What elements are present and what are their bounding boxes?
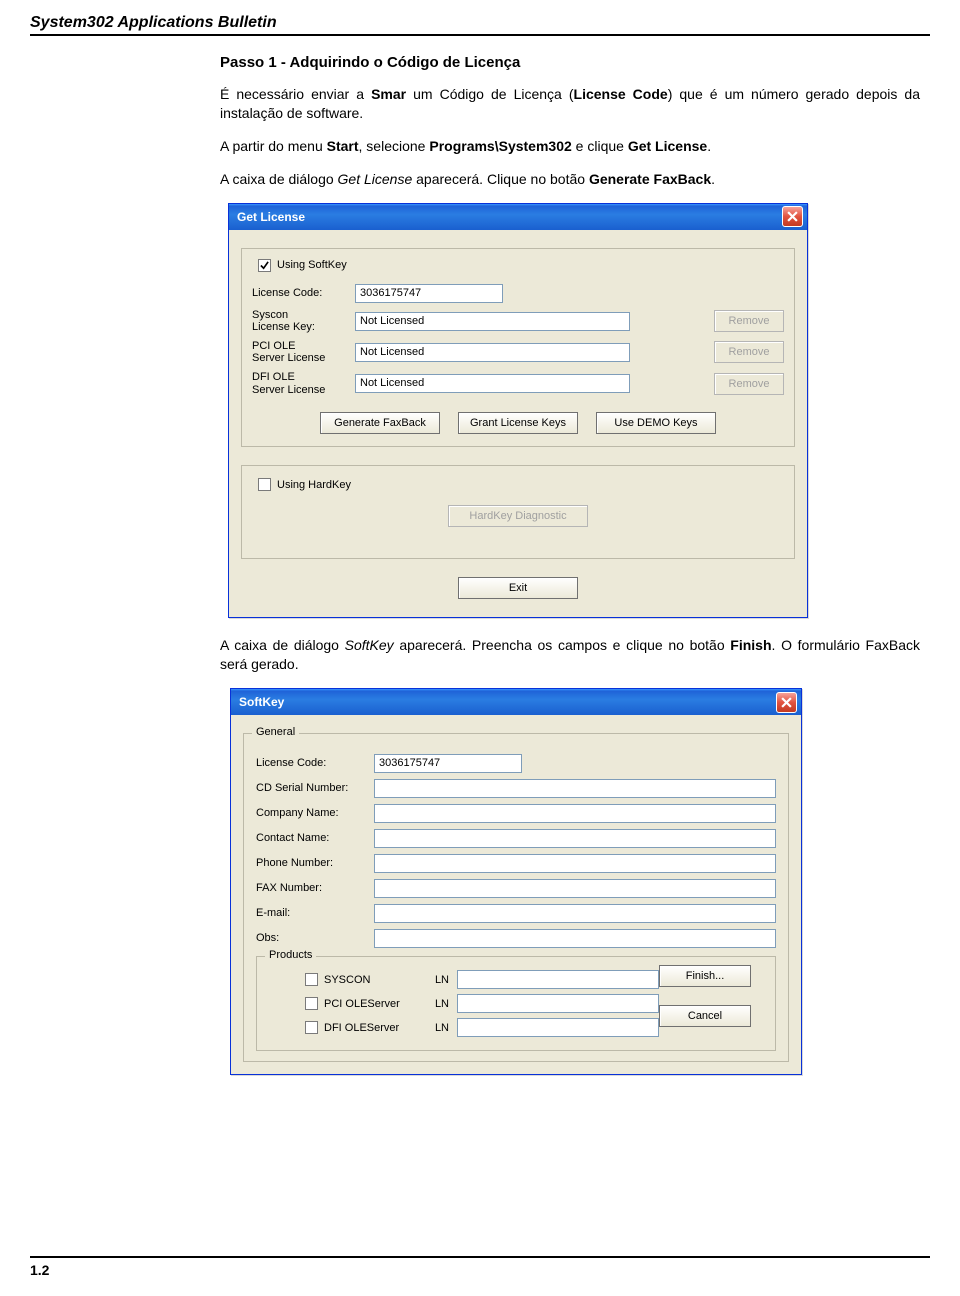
dfi-ln-input[interactable] [457,1018,659,1037]
exit-button[interactable]: Exit [458,577,578,599]
titlebar[interactable]: Get License [229,204,807,230]
remove-button: Remove [714,341,784,363]
dfi-license-input[interactable]: Not Licensed [355,374,630,393]
text-italic: Get License [338,171,413,187]
paragraph-2: A partir do menu Start, selecione Progra… [220,137,920,156]
syscon-label: SYSCON [324,974,370,986]
window-title: SoftKey [239,695,776,709]
text: A partir do menu [220,138,327,154]
remove-button: Remove [714,310,784,332]
text: . [711,171,715,187]
paragraph-1: É necessário enviar a Smar um Código de … [220,85,920,123]
phone-number-label: Phone Number: [256,857,366,870]
cd-serial-label: CD Serial Number: [256,782,366,795]
text: . [707,138,711,154]
company-name-input[interactable] [374,804,776,823]
text: A caixa de diálogo [220,637,345,653]
get-license-dialog: Get License Using SoftKey License Code: … [228,203,808,619]
text-bold: Generate FaxBack [589,171,711,187]
generate-faxback-button[interactable]: Generate FaxBack [320,412,440,434]
syscon-ln-input[interactable] [457,970,659,989]
text: e clique [572,138,628,154]
email-input[interactable] [374,904,776,923]
text-bold: License Code [574,86,668,102]
text-bold: Finish [730,637,771,653]
paragraph-4: A caixa de diálogo SoftKey aparecerá. Pr… [220,636,920,674]
titlebar[interactable]: SoftKey [231,689,801,715]
text: A caixa de diálogo [220,171,338,187]
cancel-button[interactable]: Cancel [659,1005,751,1027]
contact-name-input[interactable] [374,829,776,848]
text: É necessário enviar a [220,86,371,102]
hardkey-diagnostic-button: HardKey Diagnostic [448,505,588,527]
use-demo-keys-button[interactable]: Use DEMO Keys [596,412,716,434]
remove-button: Remove [714,373,784,395]
ln-label: LN [423,998,449,1010]
text-bold: Programs\System302 [429,138,571,154]
step-title: Passo 1 - Adquirindo o Código de Licença [220,54,920,71]
text-bold: Smar [371,86,406,102]
pci-ln-input[interactable] [457,994,659,1013]
contact-name-label: Contact Name: [256,832,366,845]
obs-input[interactable] [374,929,776,948]
license-code-input[interactable]: 3036175747 [355,284,503,303]
ln-label: LN [423,1022,449,1034]
text-bold: Get License [628,138,707,154]
license-code-label: License Code: [256,757,366,770]
dfi-license-label: DFI OLE Server License [252,371,347,396]
license-code-input[interactable]: 3036175747 [374,754,522,773]
text: , selecione [359,138,430,154]
window-title: Get License [237,210,782,224]
close-button[interactable] [782,206,803,227]
text-italic: SoftKey [345,637,394,653]
fax-number-input[interactable] [374,879,776,898]
license-code-label: License Code: [252,287,347,300]
using-hardkey-label: Using HardKey [277,479,351,491]
softkey-dialog: SoftKey General License Code: 3036175747… [230,688,802,1075]
document-header: System302 Applications Bulletin [30,14,930,36]
company-name-label: Company Name: [256,807,366,820]
finish-button[interactable]: Finish... [659,965,751,987]
pci-license-label: PCI OLE Server License [252,340,347,365]
page-number: 1.2 [30,1256,930,1278]
pci-oleserver-checkbox[interactable] [305,997,318,1010]
close-icon [787,211,798,222]
text: aparecerá. Preencha os campos e clique n… [394,637,731,653]
using-hardkey-checkbox[interactable] [258,478,271,491]
text: aparecerá. Clique no botão [412,171,589,187]
obs-label: Obs: [256,932,366,945]
syscon-key-input[interactable]: Not Licensed [355,312,630,331]
grant-license-keys-button[interactable]: Grant License Keys [458,412,578,434]
text: um Código de Licença ( [406,86,573,102]
dfi-oleserver-label: DFI OLEServer [324,1022,399,1034]
cd-serial-input[interactable] [374,779,776,798]
ln-label: LN [423,974,449,986]
using-softkey-checkbox[interactable] [258,259,271,272]
phone-number-input[interactable] [374,854,776,873]
syscon-key-label: Syscon License Key: [252,309,347,334]
using-softkey-label: Using SoftKey [277,259,347,271]
general-group-label: General [252,726,299,738]
email-label: E-mail: [256,907,366,920]
close-button[interactable] [776,692,797,713]
syscon-checkbox[interactable] [305,973,318,986]
paragraph-3: A caixa de diálogo Get License aparecerá… [220,170,920,189]
pci-license-input[interactable]: Not Licensed [355,343,630,362]
fax-number-label: FAX Number: [256,882,366,895]
close-icon [781,697,792,708]
products-group-label: Products [265,949,316,961]
pci-oleserver-label: PCI OLEServer [324,998,400,1010]
text-bold: Start [327,138,359,154]
dfi-oleserver-checkbox[interactable] [305,1021,318,1034]
